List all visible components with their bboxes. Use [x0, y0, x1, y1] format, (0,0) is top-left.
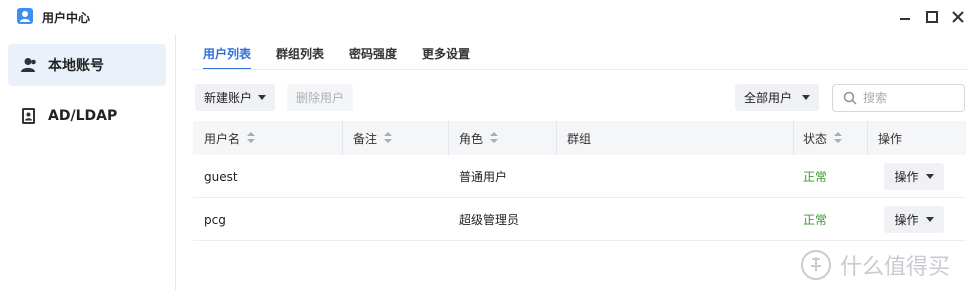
maximize-icon[interactable]: [924, 9, 940, 25]
row-action-label: 操作: [894, 213, 919, 227]
table-row[interactable]: guest 普通用户 正常 操作: [193, 155, 966, 198]
column-header-status[interactable]: 状态: [792, 121, 843, 155]
cell-note: [342, 155, 353, 198]
row-action-button[interactable]: 操作: [884, 163, 944, 190]
tab-divider: [193, 69, 968, 70]
tab-group-list[interactable]: 群组列表: [276, 46, 324, 70]
sort-icon[interactable]: [834, 132, 843, 144]
chevron-down-icon: [925, 217, 934, 222]
new-account-label: 新建账户: [204, 91, 253, 105]
minimize-icon[interactable]: [897, 9, 913, 25]
watermark-text: 什么值得买: [840, 255, 951, 280]
row-action-label: 操作: [894, 170, 919, 184]
title-bar: 用户中心: [0, 0, 969, 34]
tab-bar: 用户列表 群组列表 密码强度 更多设置: [203, 46, 495, 70]
delete-user-label: 删除用户: [296, 91, 345, 105]
cell-group: [556, 198, 567, 241]
tab-password-strength[interactable]: 密码强度: [349, 46, 397, 70]
cell-role: 超级管理员: [459, 213, 520, 227]
table-row[interactable]: pcg 超级管理员 正常 操作: [193, 198, 966, 241]
row-action-button[interactable]: 操作: [884, 206, 944, 233]
chevron-down-icon: [258, 95, 267, 100]
user-center-icon: [17, 8, 33, 24]
cell-group: [556, 155, 567, 198]
directory-book-icon: [22, 108, 35, 124]
user-filter-dropdown[interactable]: 全部用户: [735, 84, 820, 111]
cell-username: guest: [204, 169, 238, 184]
cell-role: 普通用户: [459, 170, 508, 184]
cell-note: [342, 198, 353, 241]
search-box[interactable]: [832, 84, 965, 112]
local-user-icon: [21, 58, 36, 72]
user-filter-value: 全部用户: [744, 91, 793, 105]
search-icon: [843, 91, 857, 105]
watermark-logo-icon: [801, 250, 831, 280]
sidebar-item-local-accounts[interactable]: 本地账号: [8, 44, 166, 86]
tab-more-settings[interactable]: 更多设置: [422, 46, 470, 70]
column-label: 状态: [803, 131, 828, 146]
sidebar-item-label: AD/LDAP: [48, 108, 118, 124]
column-header-group: 群组: [556, 121, 591, 155]
window-title: 用户中心: [42, 11, 91, 25]
cell-username: pcg: [204, 212, 226, 227]
column-header-username[interactable]: 用户名: [193, 121, 256, 155]
chevron-down-icon: [925, 174, 934, 179]
sidebar-item-label: 本地账号: [48, 58, 104, 74]
tab-user-list[interactable]: 用户列表: [203, 46, 252, 70]
column-header-role[interactable]: 角色: [448, 121, 499, 155]
sort-icon[interactable]: [490, 132, 499, 144]
column-label: 群组: [567, 131, 592, 146]
search-input[interactable]: [863, 91, 953, 105]
watermark: 什么值得买: [800, 248, 950, 282]
cell-status: 正常: [803, 170, 828, 184]
column-label: 角色: [459, 131, 484, 146]
sort-icon[interactable]: [384, 132, 393, 144]
cell-status: 正常: [803, 213, 828, 227]
sidebar-item-ad-ldap[interactable]: AD/LDAP: [8, 95, 166, 137]
sort-icon[interactable]: [247, 132, 256, 144]
column-header-action: 操作: [867, 121, 902, 155]
delete-user-button[interactable]: 删除用户: [287, 84, 354, 111]
column-label: 备注: [353, 131, 378, 146]
sidebar: 本地账号 AD/LDAP: [0, 34, 176, 290]
table-header: 用户名 备注 角色 群组 状态 操作: [193, 121, 966, 155]
column-label: 操作: [878, 131, 903, 146]
new-account-button[interactable]: 新建账户: [195, 84, 276, 111]
column-label: 用户名: [204, 131, 241, 146]
chevron-down-icon: [802, 95, 811, 100]
column-header-note[interactable]: 备注: [342, 121, 393, 155]
close-icon[interactable]: [950, 9, 966, 25]
